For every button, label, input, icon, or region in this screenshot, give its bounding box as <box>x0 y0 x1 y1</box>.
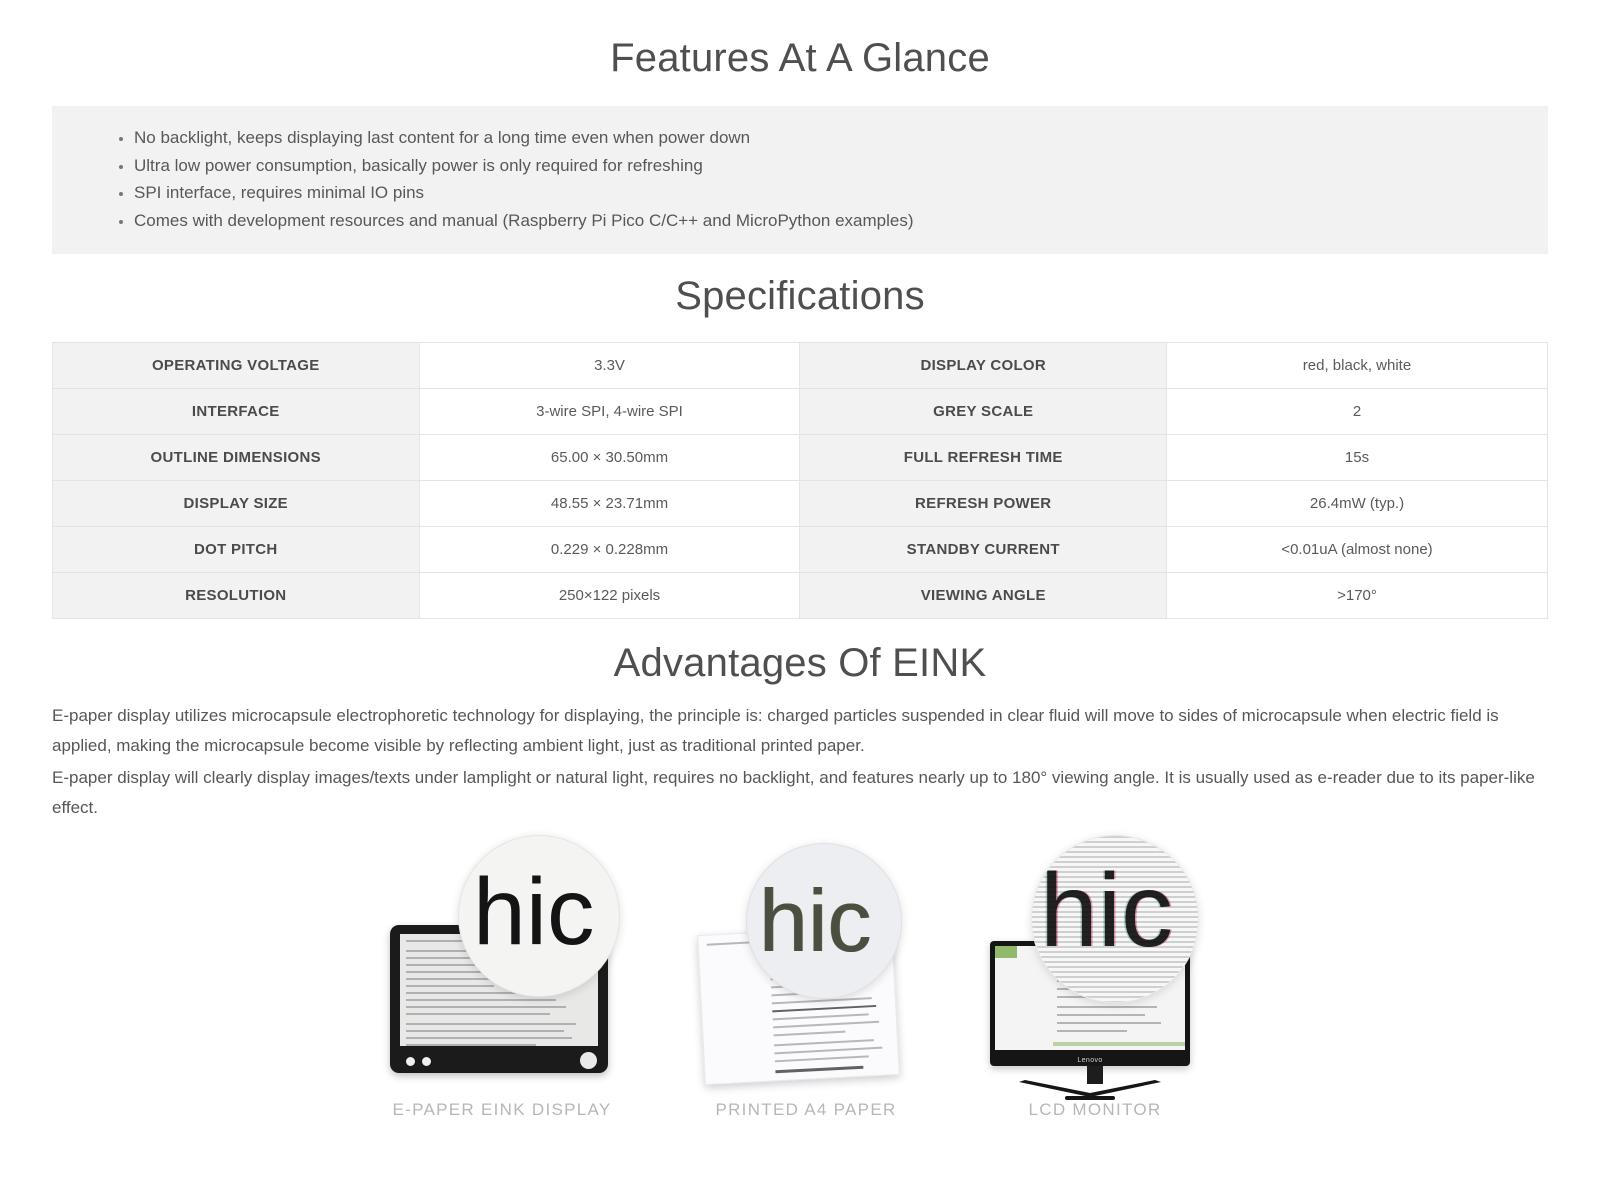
spec-label: DISPLAY SIZE <box>52 480 420 527</box>
monitor-brand-label: Lenovo <box>1077 1057 1103 1064</box>
epaper-button-dot[interactable] <box>422 1057 431 1066</box>
spec-value: 0.229 × 0.228mm <box>418 526 801 573</box>
table-row: RESOLUTION 250×122 pixels VIEWING ANGLE … <box>52 572 1548 619</box>
caption-printed-paper: PRINTED A4 PAPER <box>715 1100 897 1119</box>
caption-lcd-monitor: LCD MONITOR <box>1028 1100 1162 1119</box>
magnifier-loupe-lcd: hic <box>1031 835 1199 1003</box>
spec-value: 26.4mW (typ.) <box>1166 480 1548 527</box>
spec-label: STANDBY CURRENT <box>799 526 1167 573</box>
spec-value: 48.55 × 23.71mm <box>418 480 801 527</box>
spec-label: VIEWING ANGLE <box>799 572 1167 619</box>
monitor-base <box>1019 1080 1161 1100</box>
features-list: No backlight, keeps displaying last cont… <box>52 124 1548 234</box>
page-title-advantages: Advantages Of EINK <box>613 641 987 685</box>
spec-value: 2 <box>1166 388 1548 435</box>
spec-value: red, black, white <box>1166 342 1548 389</box>
spec-label: DOT PITCH <box>52 526 420 573</box>
spec-label: OPERATING VOLTAGE <box>52 342 420 389</box>
list-item: SPI interface, requires minimal IO pins <box>134 179 1548 207</box>
spec-label: INTERFACE <box>52 388 420 435</box>
spec-value: <0.01uA (almost none) <box>1166 526 1548 573</box>
spec-label: REFRESH POWER <box>799 480 1167 527</box>
spec-value: 250×122 pixels <box>418 572 801 619</box>
magnified-text: hic <box>1040 853 1173 969</box>
spec-value: >170° <box>1166 572 1548 619</box>
magnified-text: hic <box>473 859 595 965</box>
features-panel: No backlight, keeps displaying last cont… <box>52 106 1548 254</box>
comparison-gallery: hic E-PAPER EINK DISPLAY hic PRINTED A4 … <box>0 835 1600 1135</box>
list-item: Ultra low power consumption, basically p… <box>134 152 1548 180</box>
advantages-paragraph-1: E-paper display utilizes microcapsule el… <box>52 706 1499 755</box>
spec-label: RESOLUTION <box>52 572 420 619</box>
spec-value: 3-wire SPI, 4-wire SPI <box>418 388 801 435</box>
epaper-button-dot[interactable] <box>406 1057 415 1066</box>
caption-epaper: E-PAPER EINK DISPLAY <box>392 1100 612 1119</box>
spec-label: FULL REFRESH TIME <box>799 434 1167 481</box>
specifications-table: OPERATING VOLTAGE 3.3V DISPLAY COLOR red… <box>52 342 1548 619</box>
table-row: DOT PITCH 0.229 × 0.228mm STANDBY CURREN… <box>52 526 1548 573</box>
table-row: OUTLINE DIMENSIONS 65.00 × 30.50mm FULL … <box>52 434 1548 481</box>
magnifier-loupe-epaper: hic <box>458 835 620 997</box>
spec-label: GREY SCALE <box>799 388 1167 435</box>
table-row: OPERATING VOLTAGE 3.3V DISPLAY COLOR red… <box>52 342 1548 389</box>
list-item: Comes with development resources and man… <box>134 207 1548 235</box>
spec-value: 3.3V <box>418 342 801 389</box>
spec-value: 15s <box>1166 434 1548 481</box>
page-title-specifications: Specifications <box>675 274 925 318</box>
advantages-paragraph-2: E-paper display will clearly display ima… <box>52 768 1535 817</box>
advantages-body: E-paper display utilizes microcapsule el… <box>52 701 1548 823</box>
spec-label: DISPLAY COLOR <box>799 342 1167 389</box>
magnifier-loupe-paper: hic <box>746 843 902 999</box>
page-title-features: Features At A Glance <box>610 36 990 80</box>
list-item: No backlight, keeps displaying last cont… <box>134 124 1548 152</box>
magnified-text: hic <box>759 871 872 970</box>
table-row: DISPLAY SIZE 48.55 × 23.71mm REFRESH POW… <box>52 480 1548 527</box>
table-row: INTERFACE 3-wire SPI, 4-wire SPI GREY SC… <box>52 388 1548 435</box>
specifications-table-wrapper: OPERATING VOLTAGE 3.3V DISPLAY COLOR red… <box>52 342 1548 619</box>
spec-label: OUTLINE DIMENSIONS <box>52 434 420 481</box>
epaper-home-button[interactable] <box>580 1052 597 1069</box>
spec-value: 65.00 × 30.50mm <box>418 434 801 481</box>
